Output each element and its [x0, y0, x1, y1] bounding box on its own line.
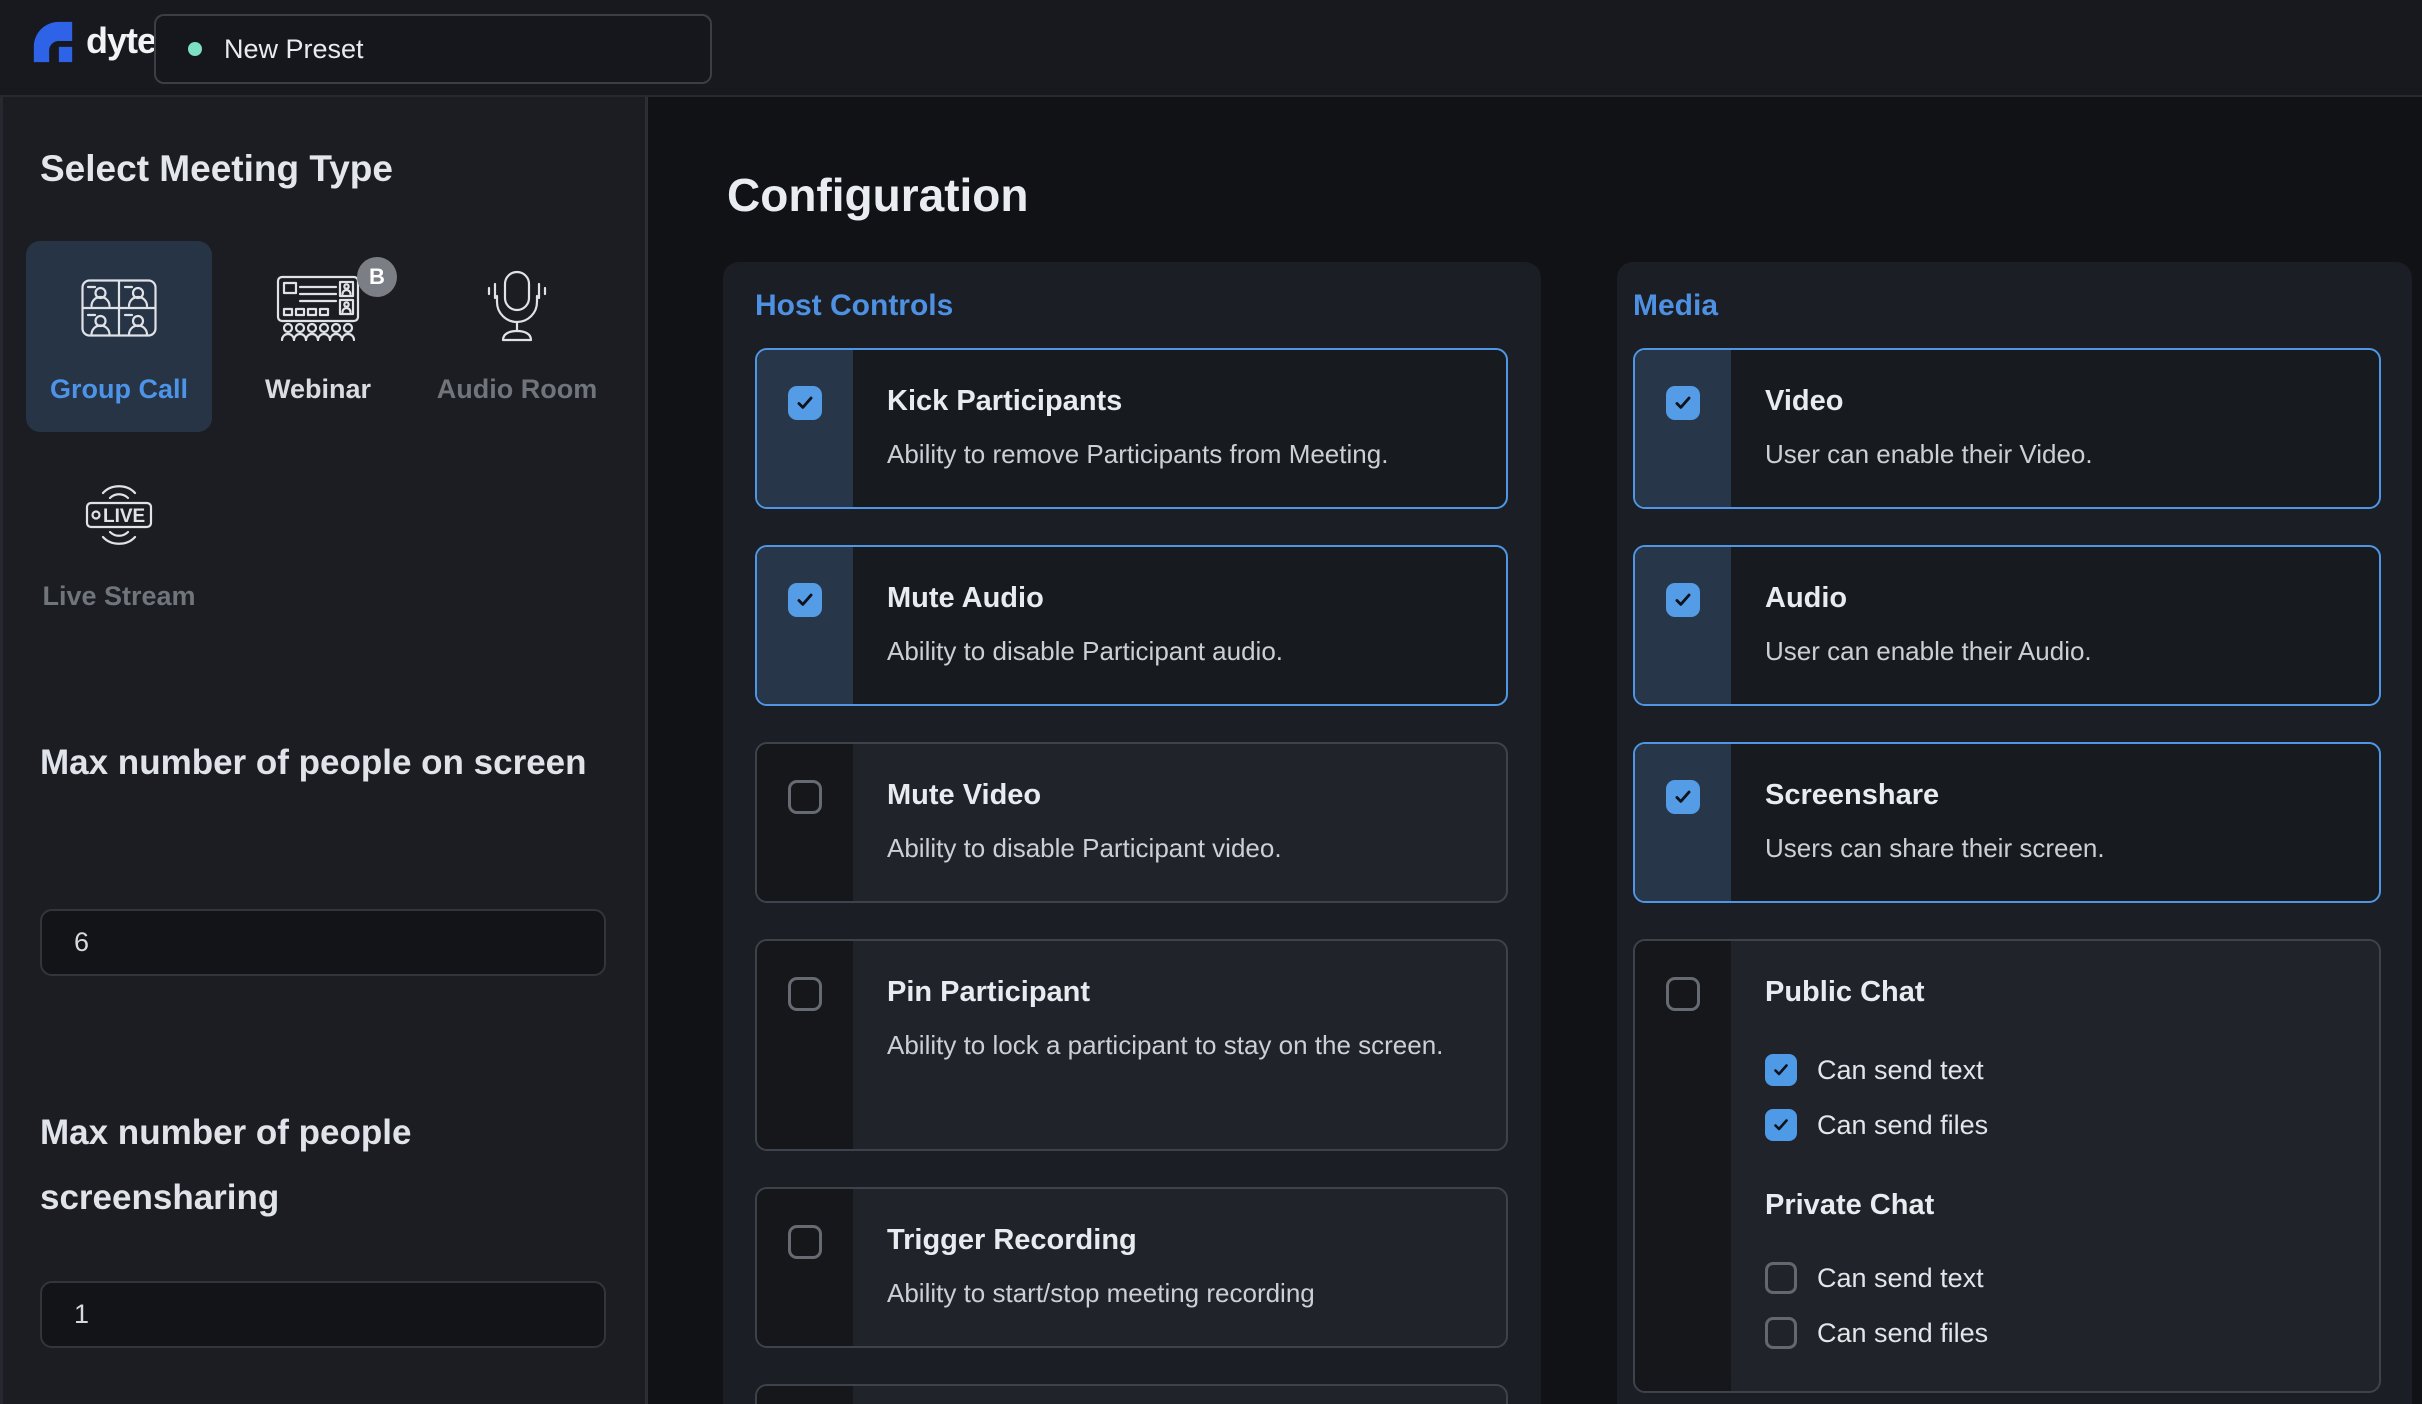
meeting-type-label: Group Call: [50, 374, 188, 405]
max-people-screenshare-label: Max number of people screensharing: [40, 1100, 620, 1230]
max-people-screen-label: Max number of people on screen: [40, 730, 620, 795]
card-description: Ability to start/stop meeting recording: [887, 1273, 1478, 1313]
config-card-pin-participant: Pin Participant Ability to lock a partic…: [755, 939, 1508, 1151]
checkbox-strip: [757, 547, 853, 704]
media-title: Media: [1633, 289, 2396, 323]
card-title: Screenshare: [1765, 777, 2351, 813]
private-can-send-files-row: Can send files: [1765, 1317, 2351, 1349]
sub-option-label: Can send text: [1817, 1263, 1984, 1294]
media-panel: Media Video User can enable their Video.…: [1617, 262, 2412, 1404]
host-controls-title: Host Controls: [755, 289, 1509, 323]
dyte-preset-editor: dyte New Preset Select Meeting Type: [0, 0, 2422, 1404]
brand: dyte: [30, 18, 156, 64]
config-card-partial: [755, 1384, 1508, 1404]
card-title: Mute Audio: [887, 580, 1478, 616]
live-stream-icon: LIVE: [75, 475, 163, 555]
checkbox-strip: [757, 941, 853, 1149]
screenshare-checkbox[interactable]: [1666, 780, 1700, 814]
meeting-type-audio-room[interactable]: Audio Room: [424, 241, 610, 432]
svg-text:LIVE: LIVE: [103, 506, 145, 527]
checkbox-strip: [1635, 547, 1731, 704]
checkbox-strip: [757, 744, 853, 901]
card-title: Trigger Recording: [887, 1222, 1478, 1258]
meeting-type-live-stream[interactable]: LIVE Live Stream: [26, 448, 212, 639]
group-call-icon: [81, 268, 157, 348]
meeting-type-label: Live Stream: [42, 581, 195, 612]
top-bar: dyte New Preset: [0, 0, 2422, 97]
checkbox-strip: [757, 1189, 853, 1346]
audio-room-icon: [481, 268, 553, 348]
mute-audio-checkbox[interactable]: [788, 583, 822, 617]
private-can-send-text-checkbox[interactable]: [1765, 1262, 1797, 1294]
public-can-send-text-row: Can send text: [1765, 1054, 2351, 1086]
checkbox-strip: [757, 350, 853, 507]
kick-participants-checkbox[interactable]: [788, 386, 822, 420]
sub-option-label: Can send text: [1817, 1055, 1984, 1086]
card-description: Users can share their screen.: [1765, 828, 2351, 868]
meeting-type-label: Audio Room: [437, 374, 597, 405]
checkbox-strip: [1635, 744, 1731, 901]
public-chat-checkbox[interactable]: [1666, 977, 1700, 1011]
config-card-video: Video User can enable their Video.: [1633, 348, 2381, 509]
preset-selector[interactable]: New Preset: [154, 14, 712, 84]
audio-checkbox[interactable]: [1666, 583, 1700, 617]
card-description: Ability to disable Participant video.: [887, 828, 1478, 868]
beta-badge: B: [357, 257, 397, 297]
sub-option-label: Can send files: [1817, 1318, 1988, 1349]
dyte-logo-icon: [30, 18, 76, 64]
host-controls-panel: Host Controls Kick Participants Ability …: [723, 262, 1541, 1404]
preset-status-dot-icon: [188, 42, 202, 56]
page-title: Configuration: [727, 168, 1029, 222]
card-description: Ability to remove Participants from Meet…: [887, 434, 1478, 474]
config-card-trigger-recording: Trigger Recording Ability to start/stop …: [755, 1187, 1508, 1348]
config-card-mute-video: Mute Video Ability to disable Participan…: [755, 742, 1508, 903]
meeting-type-webinar[interactable]: B: [225, 241, 411, 432]
card-description: User can enable their Video.: [1765, 434, 2351, 474]
checkbox-strip: [1635, 350, 1731, 507]
meeting-type-group-call[interactable]: Group Call: [26, 241, 212, 432]
config-card-mute-audio: Mute Audio Ability to disable Participan…: [755, 545, 1508, 706]
card-description: Ability to disable Participant audio.: [887, 631, 1478, 671]
preset-name: New Preset: [224, 34, 364, 65]
webinar-icon: [274, 268, 362, 348]
max-people-screen-input[interactable]: [40, 909, 606, 976]
card-title: Video: [1765, 383, 2351, 419]
meeting-type-label: Webinar: [265, 374, 371, 405]
config-card-public-chat: Public Chat Can send text Can send files…: [1633, 939, 2381, 1393]
private-can-send-text-row: Can send text: [1765, 1262, 2351, 1294]
card-title: Mute Video: [887, 777, 1478, 813]
public-can-send-files-checkbox[interactable]: [1765, 1109, 1797, 1141]
checkbox-strip: [757, 1386, 853, 1404]
video-checkbox[interactable]: [1666, 386, 1700, 420]
config-card-audio: Audio User can enable their Audio.: [1633, 545, 2381, 706]
card-description: User can enable their Audio.: [1765, 631, 2351, 671]
meeting-type-heading: Select Meeting Type: [40, 148, 393, 190]
brand-name: dyte: [86, 20, 156, 62]
private-can-send-files-checkbox[interactable]: [1765, 1317, 1797, 1349]
card-title: Public Chat: [1765, 974, 2351, 1010]
private-chat-heading: Private Chat: [1765, 1189, 2351, 1222]
mute-video-checkbox[interactable]: [788, 780, 822, 814]
card-title: Pin Participant: [887, 974, 1478, 1010]
public-can-send-files-row: Can send files: [1765, 1109, 2351, 1141]
sidebar-divider: [645, 97, 648, 1404]
card-title: Audio: [1765, 580, 2351, 616]
public-can-send-text-checkbox[interactable]: [1765, 1054, 1797, 1086]
pin-participant-checkbox[interactable]: [788, 977, 822, 1011]
max-people-screenshare-input[interactable]: [40, 1281, 606, 1348]
card-description: Ability to lock a participant to stay on…: [887, 1025, 1478, 1065]
config-card-kick-participants: Kick Participants Ability to remove Part…: [755, 348, 1508, 509]
meeting-type-grid: Group Call B: [26, 241, 626, 639]
trigger-recording-checkbox[interactable]: [788, 1225, 822, 1259]
sub-option-label: Can send files: [1817, 1110, 1988, 1141]
card-title: Kick Participants: [887, 383, 1478, 419]
config-card-screenshare: Screenshare Users can share their screen…: [1633, 742, 2381, 903]
